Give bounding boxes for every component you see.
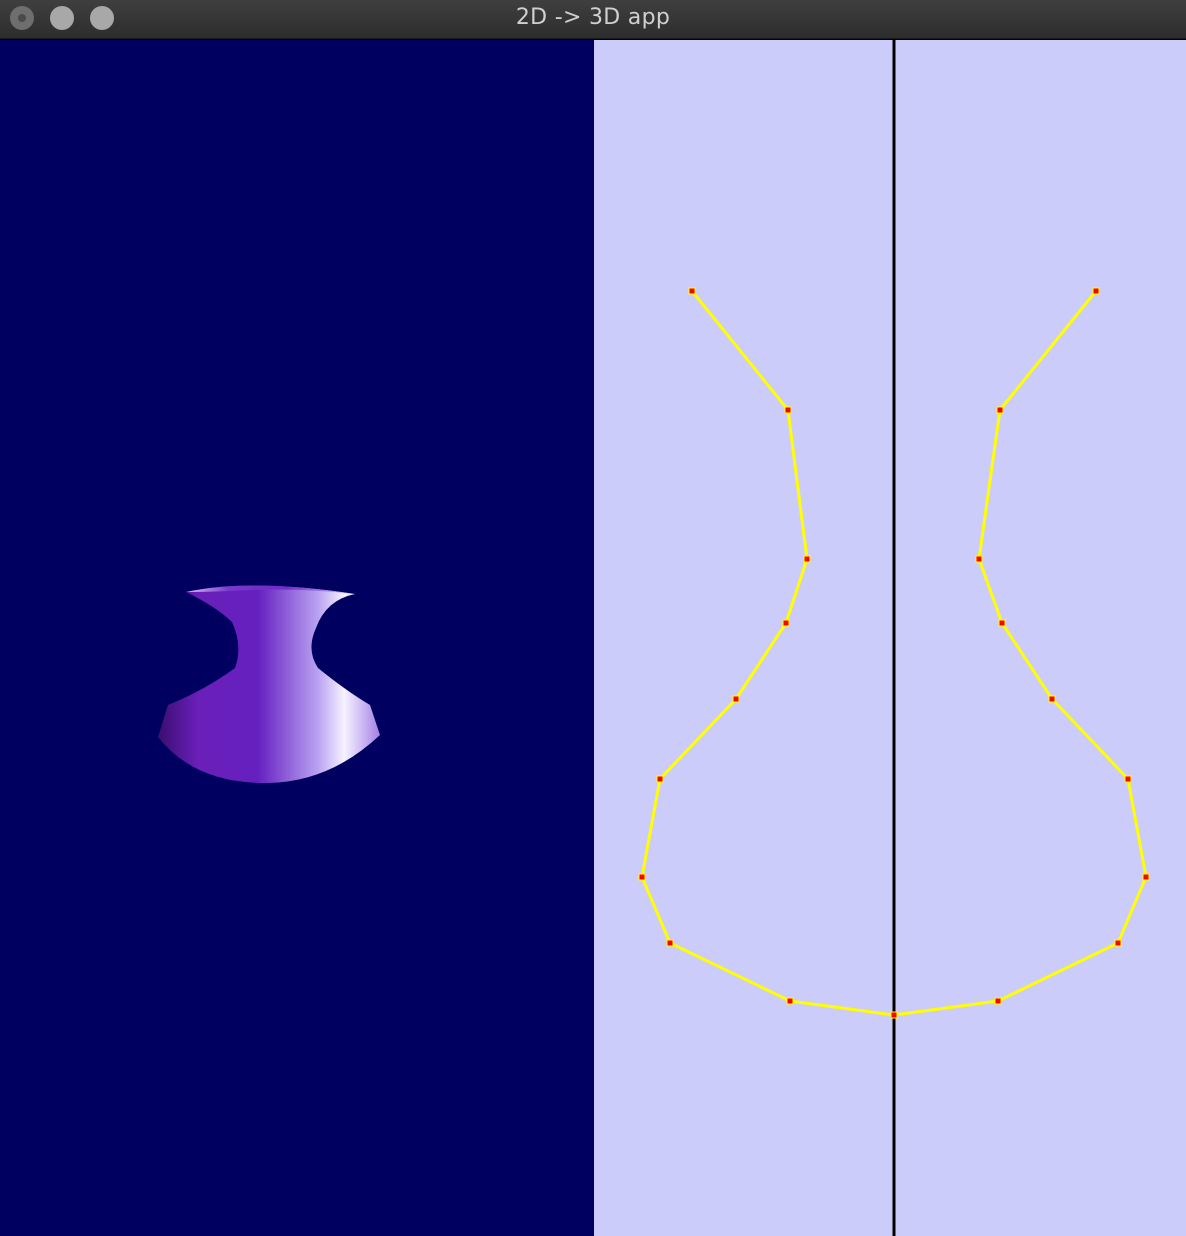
control-point-right-0[interactable] <box>1092 287 1100 295</box>
3d-viewport[interactable] <box>0 40 594 1236</box>
control-point-right-4[interactable] <box>1048 695 1056 703</box>
control-point-right-7[interactable] <box>1114 939 1122 947</box>
control-point-left-6[interactable] <box>638 873 646 881</box>
app-window: 2D -> 3D app <box>0 0 1186 1236</box>
control-point-left-3[interactable] <box>782 619 790 627</box>
control-point-left-5[interactable] <box>656 775 664 783</box>
window-title: 2D -> 3D app <box>515 5 671 30</box>
control-point-right-6[interactable] <box>1142 873 1150 881</box>
control-point-left-8[interactable] <box>786 997 794 1005</box>
control-point-right-1[interactable] <box>996 406 1004 414</box>
control-point-left-2[interactable] <box>803 555 811 563</box>
control-point-right-2[interactable] <box>975 555 983 563</box>
control-point-right-5[interactable] <box>1124 775 1132 783</box>
control-point-right-9[interactable] <box>890 1011 898 1019</box>
control-point-left-1[interactable] <box>784 406 792 414</box>
3d-viewport-canvas <box>0 40 594 1236</box>
control-point-right-8[interactable] <box>994 997 1002 1005</box>
control-point-left-0[interactable] <box>688 287 696 295</box>
control-point-left-7[interactable] <box>666 939 674 947</box>
profile-editor-canvas <box>594 40 1186 1236</box>
editor-background <box>594 40 1186 1236</box>
profile-editor-panel[interactable] <box>594 40 1186 1236</box>
title-bar[interactable]: 2D -> 3D app <box>0 0 1186 39</box>
control-point-right-3[interactable] <box>998 619 1006 627</box>
control-point-left-4[interactable] <box>732 695 740 703</box>
